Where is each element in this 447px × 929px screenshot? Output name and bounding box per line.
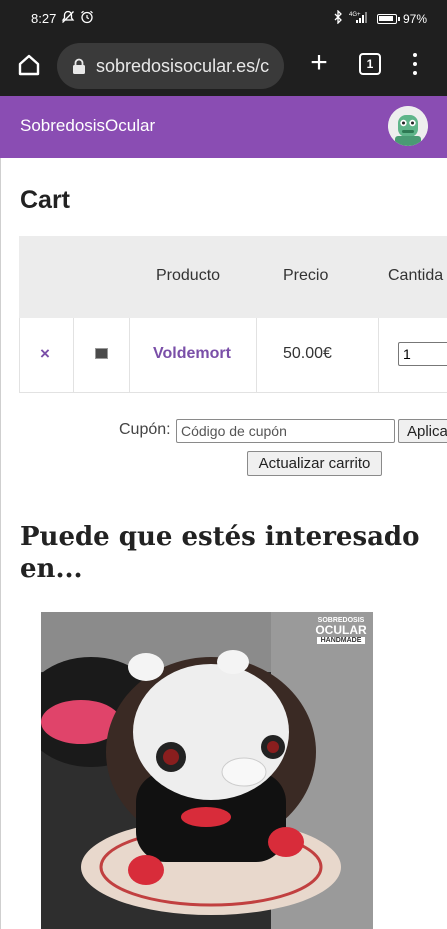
brand-watermark: SOBREDOSIS OCULAR HANDMADE [311,617,371,644]
home-button[interactable] [14,50,44,80]
svg-text:4G+: 4G+ [349,12,361,18]
cell-divider [73,318,74,393]
watermark-line: HANDMADE [317,637,365,644]
new-tab-button[interactable]: + [304,48,334,78]
menu-dot-icon [413,71,417,75]
cell-divider [129,318,130,393]
plus-icon: + [310,46,328,79]
apply-coupon-button[interactable]: Aplicar cupón [398,419,447,443]
site-logo-avatar[interactable] [388,106,428,146]
product-thumbnail[interactable] [95,348,108,359]
notification-muted-icon [61,10,75,27]
lock-icon [73,58,85,74]
watermark-line: OCULAR [315,623,367,637]
status-time: 8:27 [31,11,57,26]
site-title-link[interactable]: SobredosisOcular [20,116,155,136]
browser-menu-button[interactable] [405,50,425,80]
table-row: × Voldemort 50.00€ [19,318,447,393]
url-bar[interactable]: sobredosisocular.es/c [57,43,284,89]
coupon-input[interactable] [176,419,395,443]
column-header-quantity: Cantida [388,267,444,284]
amigurumi-photo [41,612,373,929]
bluetooth-icon [333,9,343,27]
browser-toolbar: sobredosisocular.es/c + 1 [0,36,447,96]
related-products-title: Puede que estés interesado en... [20,522,420,584]
menu-dot-icon [413,53,417,57]
remove-item-button[interactable]: × [40,344,50,364]
update-cart-button[interactable]: Actualizar carrito [247,451,382,476]
robot-logo-icon [388,106,428,146]
cell-divider [256,318,257,393]
column-header-product: Producto [156,267,221,284]
page-border [0,158,1,929]
menu-dot-icon [413,62,417,66]
coupon-label: Cupón: [119,421,171,438]
quantity-input[interactable] [398,342,447,366]
table-header: Producto Precio Cantida [19,236,447,318]
related-product-image[interactable]: SOBREDOSIS OCULAR HANDMADE [41,612,373,929]
page-title: Cart [20,186,71,214]
site-header: SobredosisOcular [0,96,447,158]
tab-switcher-button[interactable]: 1 [359,53,381,75]
url-text: sobredosisocular.es/c [96,55,270,76]
battery-level: 97% [402,11,427,26]
cell-divider [378,318,379,393]
column-header-price: Precio [283,267,329,284]
status-bar: 8:27 4G+ 97% [0,0,447,36]
product-name-link[interactable]: Voldemort [153,345,231,363]
signal-icon: 4G+ [349,10,371,27]
product-price: 50.00€ [283,345,332,362]
battery-icon [376,13,400,24]
alarm-icon [80,10,94,27]
home-icon [18,54,40,76]
